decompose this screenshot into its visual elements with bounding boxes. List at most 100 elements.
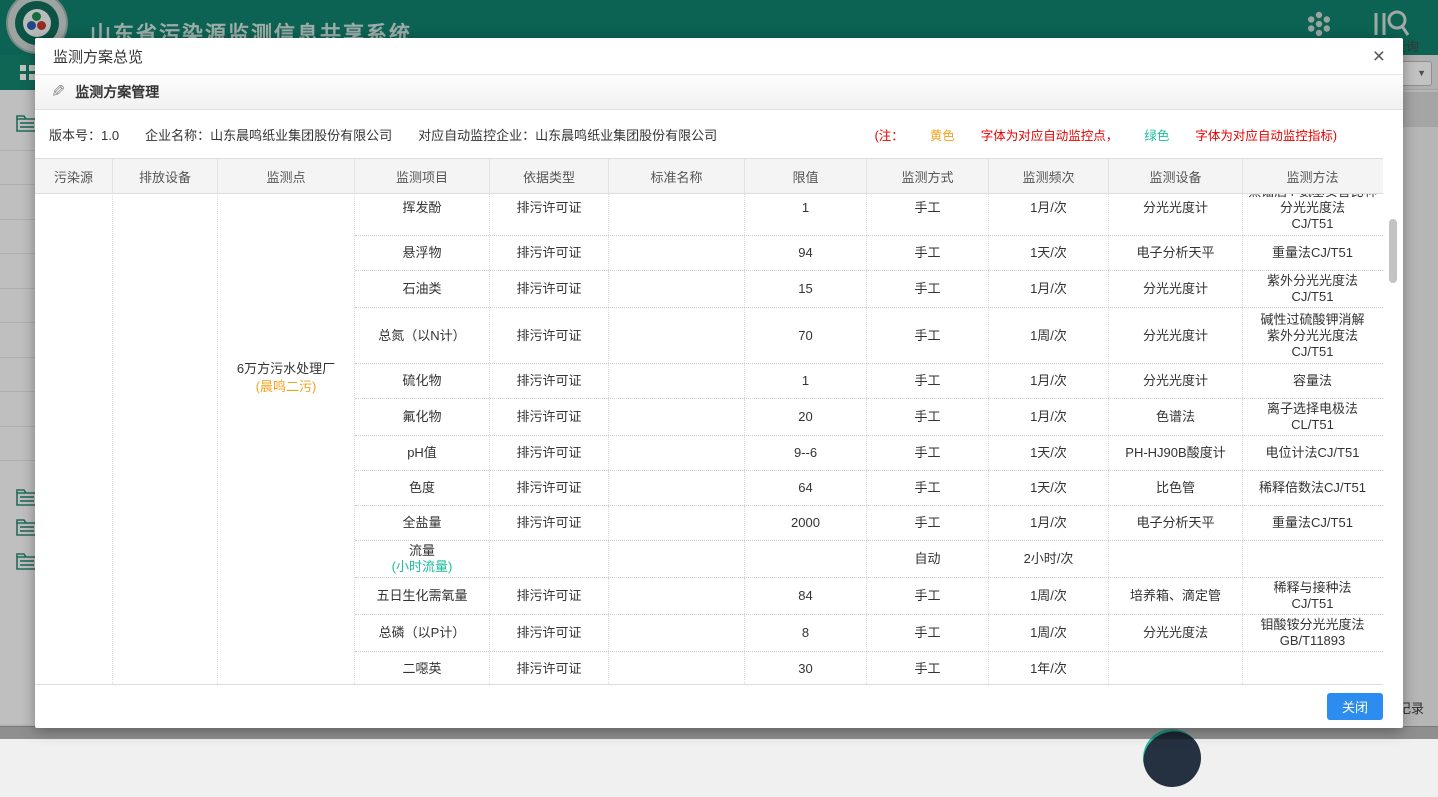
table-cell-basis: 排污许可证	[490, 471, 609, 505]
table-row: 流量(小时流量) 自动 2小时/次	[355, 541, 1383, 578]
table-cell-limit: 30	[745, 652, 867, 685]
table-cell-method: 电位计法CJ/T51	[1243, 436, 1382, 470]
table-cell-item: 二噁英	[355, 652, 490, 685]
table-cell-item: 石油类	[355, 271, 490, 307]
table-cell-device: 分光光度法	[1109, 615, 1243, 651]
table-cell-method: 蒸馏后4-氨基安替比林分光光度法 CJ/T51	[1243, 194, 1382, 235]
table-cell-standard	[609, 364, 745, 398]
table-cell-basis: 排污许可证	[490, 436, 609, 470]
table-row: 悬浮物 排污许可证 94 手工 1天/次 电子分析天平 重量法CJ/T51	[355, 236, 1383, 271]
version-text: 版本号：1.0	[49, 125, 119, 144]
table-cell-item: pH值	[355, 436, 490, 470]
table-row: 总氮（以N计） 排污许可证 70 手工 1周/次 分光光度计 碱性过硫酸钾消解 …	[355, 308, 1383, 364]
table-cell-method: 稀释与接种法 CJ/T51	[1243, 578, 1382, 614]
table-cell-basis: 排污许可证	[490, 615, 609, 651]
pen-icon: ✎	[51, 82, 65, 102]
table-cell-basis: 排污许可证	[490, 364, 609, 398]
column-header: 污染源	[35, 159, 113, 193]
table-cell-device	[1109, 652, 1243, 685]
table-cell-device: 培养箱、滴定管	[1109, 578, 1243, 614]
table-cell-item: 硫化物	[355, 364, 490, 398]
column-header: 标准名称	[609, 159, 745, 193]
monitoring-plan-modal: 监测方案总览 × ✎ 监测方案管理 版本号：1.0 企业名称：山东晨鸣纸业集团股…	[35, 38, 1403, 728]
table-cell-limit	[745, 541, 867, 577]
table-row: pH值 排污许可证 9--6 手工 1天/次 PH-HJ90B酸度计 电位计法C…	[355, 436, 1383, 471]
table-row: 二噁英 排污许可证 30 手工 1年/次	[355, 652, 1383, 685]
table-row: 五日生化需氧量 排污许可证 84 手工 1周/次 培养箱、滴定管 稀释与接种法 …	[355, 578, 1383, 615]
table-cell-mode: 手工	[867, 308, 989, 363]
table-cell-mode: 手工	[867, 506, 989, 540]
table-cell-basis: 排污许可证	[490, 271, 609, 307]
table-cell-method: 钼酸铵分光光度法 GB/T11893	[1243, 615, 1382, 651]
company-text: 企业名称：山东晨鸣纸业集团股份有限公司	[145, 125, 392, 144]
table-cell-device: 比色管	[1109, 471, 1243, 505]
green-word: 绿色	[1144, 129, 1169, 143]
table-cell-standard	[609, 652, 745, 685]
table-cell-basis	[490, 541, 609, 577]
modal-title-bar: 监测方案总览 ×	[35, 38, 1403, 75]
monitor-point-cell: 6万方污水处理厂 (晨鸣二污)	[218, 194, 355, 685]
column-header: 排放设备	[113, 159, 218, 193]
table-cell-standard	[609, 471, 745, 505]
table-cell-mode: 手工	[867, 271, 989, 307]
table-cell-mode: 手工	[867, 436, 989, 470]
table-cell-standard	[609, 506, 745, 540]
table-cell-method: 紫外分光光度法 CJ/T51	[1243, 271, 1382, 307]
table-cell-limit: 20	[745, 399, 867, 435]
table-cell-limit: 94	[745, 236, 867, 270]
table-cell-basis: 排污许可证	[490, 236, 609, 270]
scrollbar-thumb[interactable]	[1389, 219, 1397, 283]
table-cell-standard	[609, 615, 745, 651]
table-cell-mode: 手工	[867, 236, 989, 270]
section-header: ✎ 监测方案管理	[35, 75, 1403, 110]
emission-equipment-cell	[113, 194, 218, 685]
table-cell-item: 氟化物	[355, 399, 490, 435]
table-row: 石油类 排污许可证 15 手工 1月/次 分光光度计 紫外分光光度法 CJ/T5…	[355, 271, 1383, 308]
table-cell-method: 重量法CJ/T51	[1243, 506, 1382, 540]
table-row: 挥发酚 排污许可证 1 手工 1月/次 分光光度计 蒸馏后4-氨基安替比林分光光…	[355, 194, 1383, 236]
table-header-row: 污染源 排放设备 监测点 监测项目 依据类型 标准名称 限值 监测方式 监测频次…	[35, 158, 1383, 194]
table-cell-limit: 64	[745, 471, 867, 505]
table-cell-standard	[609, 578, 745, 614]
table-cell-limit: 9--6	[745, 436, 867, 470]
table-cell-item: 悬浮物	[355, 236, 490, 270]
legend-note: (注：黄色字体为对应自动监控点，绿色字体为对应自动监控指标)	[875, 125, 1363, 144]
table-cell-device: 分光光度计	[1109, 364, 1243, 398]
yellow-word: 黄色	[930, 129, 955, 143]
table-cell-frequency: 1月/次	[989, 194, 1109, 235]
table-cell-frequency: 1天/次	[989, 436, 1109, 470]
table-cell-frequency: 1天/次	[989, 471, 1109, 505]
column-header: 监测方法	[1243, 159, 1382, 193]
table-row: 全盐量 排污许可证 2000 手工 1月/次 电子分析天平 重量法CJ/T51	[355, 506, 1383, 541]
table-cell-limit: 84	[745, 578, 867, 614]
table-cell-standard	[609, 399, 745, 435]
modal-footer: 关闭	[35, 685, 1403, 728]
table-cell-item: 挥发酚	[355, 194, 490, 235]
table-cell-device	[1109, 541, 1243, 577]
close-icon[interactable]: ×	[1373, 46, 1385, 67]
column-header: 监测方式	[867, 159, 989, 193]
table-cell-method: 碱性过硫酸钾消解 紫外分光光度法 CJ/T51	[1243, 308, 1382, 363]
table-cell-device: 电子分析天平	[1109, 236, 1243, 270]
close-button[interactable]: 关闭	[1327, 693, 1383, 720]
table-body: 6万方污水处理厂 (晨鸣二污) 挥发酚 排污许可证 1 手工 1月/次 分光光度…	[35, 194, 1383, 685]
table-cell-device: 分光光度计	[1109, 271, 1243, 307]
table-cell-standard	[609, 194, 745, 235]
table-cell-limit: 8	[745, 615, 867, 651]
table-cell-basis: 排污许可证	[490, 578, 609, 614]
table-cell-frequency: 1月/次	[989, 399, 1109, 435]
table-cell-basis: 排污许可证	[490, 506, 609, 540]
auto-company-text: 对应自动监控企业：山东晨鸣纸业集团股份有限公司	[418, 125, 717, 144]
monitor-point-name: 6万方污水处理厂	[218, 360, 354, 378]
table-cell-item: 全盐量	[355, 506, 490, 540]
table-cell-limit: 15	[745, 271, 867, 307]
pollution-source-cell	[35, 194, 113, 685]
table-cell-method	[1243, 652, 1382, 685]
table-row: 色度 排污许可证 64 手工 1天/次 比色管 稀释倍数法CJ/T51	[355, 471, 1383, 506]
table-cell-device: 电子分析天平	[1109, 506, 1243, 540]
table-cell-item: 五日生化需氧量	[355, 578, 490, 614]
column-header: 依据类型	[490, 159, 609, 193]
table-cell-standard	[609, 541, 745, 577]
table-row: 硫化物 排污许可证 1 手工 1月/次 分光光度计 容量法	[355, 364, 1383, 399]
table-row: 总磷（以P计） 排污许可证 8 手工 1周/次 分光光度法 钼酸铵分光光度法 G…	[355, 615, 1383, 652]
